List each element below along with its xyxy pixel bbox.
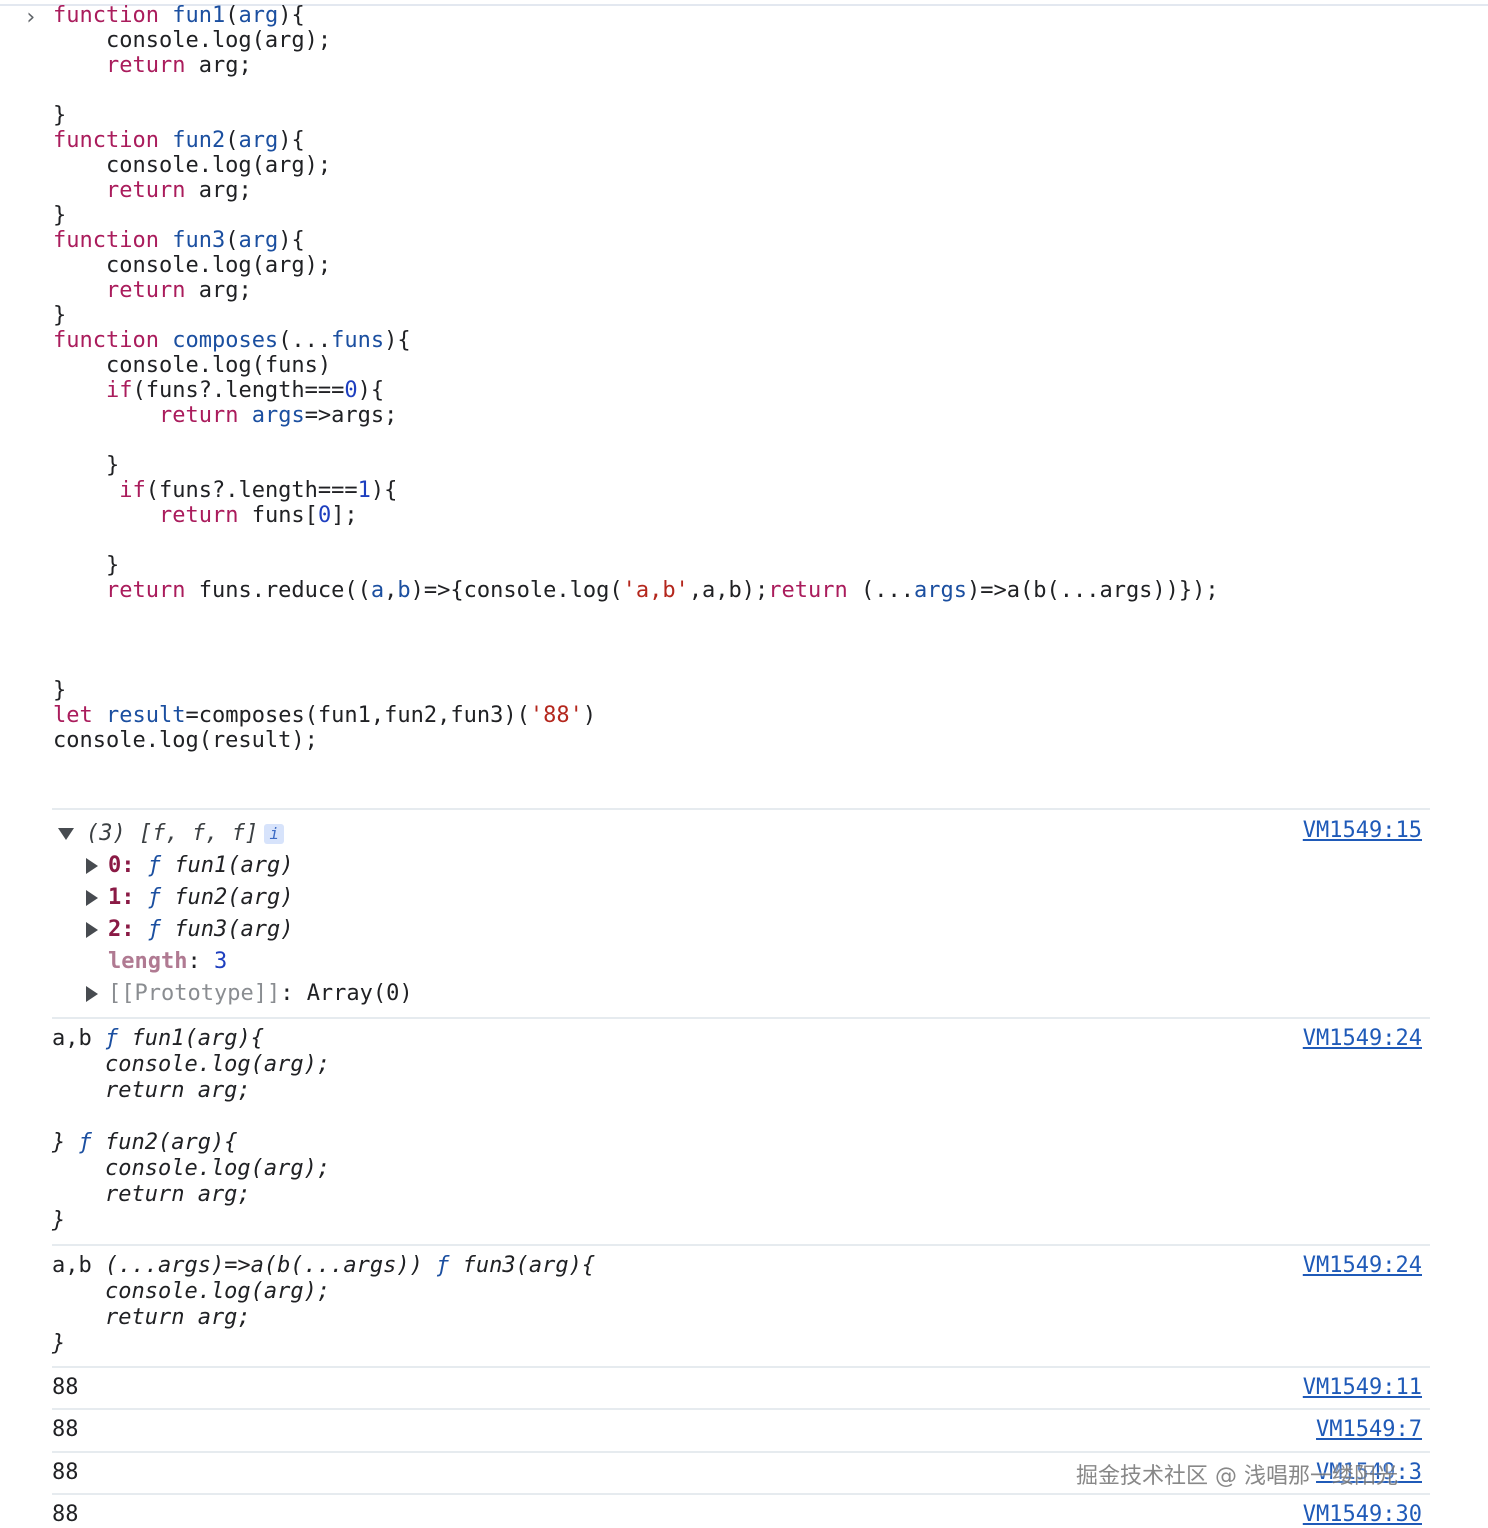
log-token: ƒ	[104, 1026, 119, 1051]
source-link[interactable]: VM1549:24	[1303, 1026, 1422, 1052]
code-token: args	[914, 578, 967, 603]
code-token: arg	[238, 3, 279, 28]
code-line: function fun3(arg){	[53, 228, 305, 253]
collapse-triangle-icon[interactable]	[58, 828, 74, 840]
source-link[interactable]: VM1549:24	[1303, 1253, 1422, 1279]
code-line: function composes(...funs){	[53, 328, 411, 353]
log-separator	[52, 1408, 1430, 1410]
log-value: 88	[52, 1502, 79, 1527]
log-separator	[52, 1017, 1430, 1019]
log-value: 88	[52, 1460, 79, 1485]
code-line: return args=>args;	[158, 403, 398, 428]
array-prototype[interactable]: [[Prototype]]: Array(0)	[108, 980, 413, 1008]
code-line: }	[53, 203, 67, 228]
code-token: fun1	[172, 3, 226, 28]
array-summary: (3) [f, f, f]	[86, 821, 259, 846]
code-token: 1	[357, 478, 371, 503]
array-item-2[interactable]: 2: ƒ fun3(arg)	[108, 916, 293, 944]
code-token: return	[768, 578, 848, 603]
code-token: return	[105, 278, 186, 303]
code-line: }	[53, 103, 67, 128]
code-line: if(funs?.length===0){	[105, 378, 385, 403]
code-token: function	[53, 128, 159, 153]
expand-triangle-icon[interactable]	[86, 890, 98, 906]
log-value: 88	[52, 1375, 79, 1400]
source-link[interactable]: VM1549:7	[1316, 1417, 1422, 1443]
expand-triangle-icon[interactable]	[86, 922, 98, 938]
code-token: arg	[238, 228, 279, 253]
code-line: let result=composes(fun1,fun2,fun3)('88'…	[53, 703, 597, 728]
code-line: }	[53, 678, 67, 703]
code-line: }	[53, 553, 120, 578]
info-icon[interactable]: i	[264, 824, 285, 844]
code-token: 0	[317, 503, 332, 528]
code-token: 0	[344, 378, 358, 403]
code-token: 'a,b'	[622, 578, 689, 603]
reduce-log-entry-2: a,b (...args)=>a(b(...args)) ƒ fun3(arg)…	[52, 1253, 596, 1356]
code-line: return arg;	[105, 178, 252, 203]
log-separator	[52, 1493, 1430, 1495]
code-token: b	[397, 578, 411, 603]
code-token: function	[53, 228, 159, 253]
code-token: if	[119, 478, 146, 503]
code-token: a	[370, 578, 385, 603]
code-token: return	[105, 578, 186, 603]
expand-triangle-icon[interactable]	[86, 858, 98, 874]
code-token: return	[105, 178, 186, 203]
code-token: result	[106, 703, 186, 728]
code-line: return arg;	[105, 53, 252, 78]
array-length: length: 3	[108, 949, 228, 974]
source-link[interactable]: VM1549:30	[1303, 1502, 1422, 1528]
code-token: args	[251, 403, 305, 428]
code-token: return	[158, 403, 239, 428]
code-token: function	[53, 328, 159, 353]
prompt-chevron-icon: ›	[24, 5, 38, 30]
code-line: }	[53, 453, 120, 478]
code-line: function fun1(arg){	[53, 3, 305, 28]
code-token: return	[158, 503, 239, 528]
code-token: return	[105, 53, 186, 78]
code-line: console.log(arg);	[53, 253, 332, 278]
code-line: return arg;	[105, 278, 252, 303]
console-input-code: function fun1(arg){ console.log(arg); re…	[53, 3, 1219, 753]
code-line: console.log(result);	[53, 728, 318, 753]
code-line: console.log(arg);	[53, 153, 332, 178]
code-line: return funs[0];	[158, 503, 358, 528]
source-link[interactable]: VM1549:11	[1303, 1375, 1422, 1401]
code-token: if	[105, 378, 133, 403]
log-token: ƒ	[78, 1130, 92, 1155]
code-token: '88'	[529, 703, 583, 728]
code-token: arg	[238, 128, 279, 153]
log-separator	[52, 1451, 1430, 1453]
code-token: fun3	[172, 228, 226, 253]
log-token: ƒ	[436, 1253, 450, 1278]
log-separator	[52, 1244, 1430, 1246]
reduce-log-entry-1: a,b ƒ fun1(arg){ console.log(arg); retur…	[52, 1026, 331, 1233]
code-line: return funs.reduce((a,b)=>{console.log('…	[105, 578, 1219, 603]
code-line: if(funs?.length===1){	[119, 478, 398, 503]
code-line: }	[53, 303, 67, 328]
code-token: function	[53, 3, 159, 28]
array-item-0[interactable]: 0: ƒ fun1(arg)	[108, 852, 293, 880]
log-separator	[52, 808, 1430, 810]
code-line: function fun2(arg){	[53, 128, 305, 153]
code-token: funs	[331, 328, 385, 353]
code-line: console.log(arg);	[53, 28, 332, 53]
array-header[interactable]: (3) [f, f, f] i	[58, 820, 285, 848]
log-value: 88	[52, 1417, 79, 1442]
log-separator	[52, 1366, 1430, 1368]
log-token: (...args)=>a(b(...args))	[104, 1253, 423, 1278]
code-token: fun2	[172, 128, 226, 153]
array-item-1[interactable]: 1: ƒ fun2(arg)	[108, 884, 293, 912]
log-token: fun2(arg){ console.log(arg); return arg;…	[52, 1130, 331, 1233]
source-link[interactable]: VM1549:15	[1303, 818, 1422, 844]
expand-triangle-icon[interactable]	[86, 986, 98, 1002]
code-line: console.log(funs)	[53, 353, 332, 378]
code-token: let	[53, 703, 93, 728]
watermark: 掘金技术社区 @ 浅唱那一缕阳光	[1076, 1464, 1398, 1489]
code-token: composes	[172, 328, 279, 353]
